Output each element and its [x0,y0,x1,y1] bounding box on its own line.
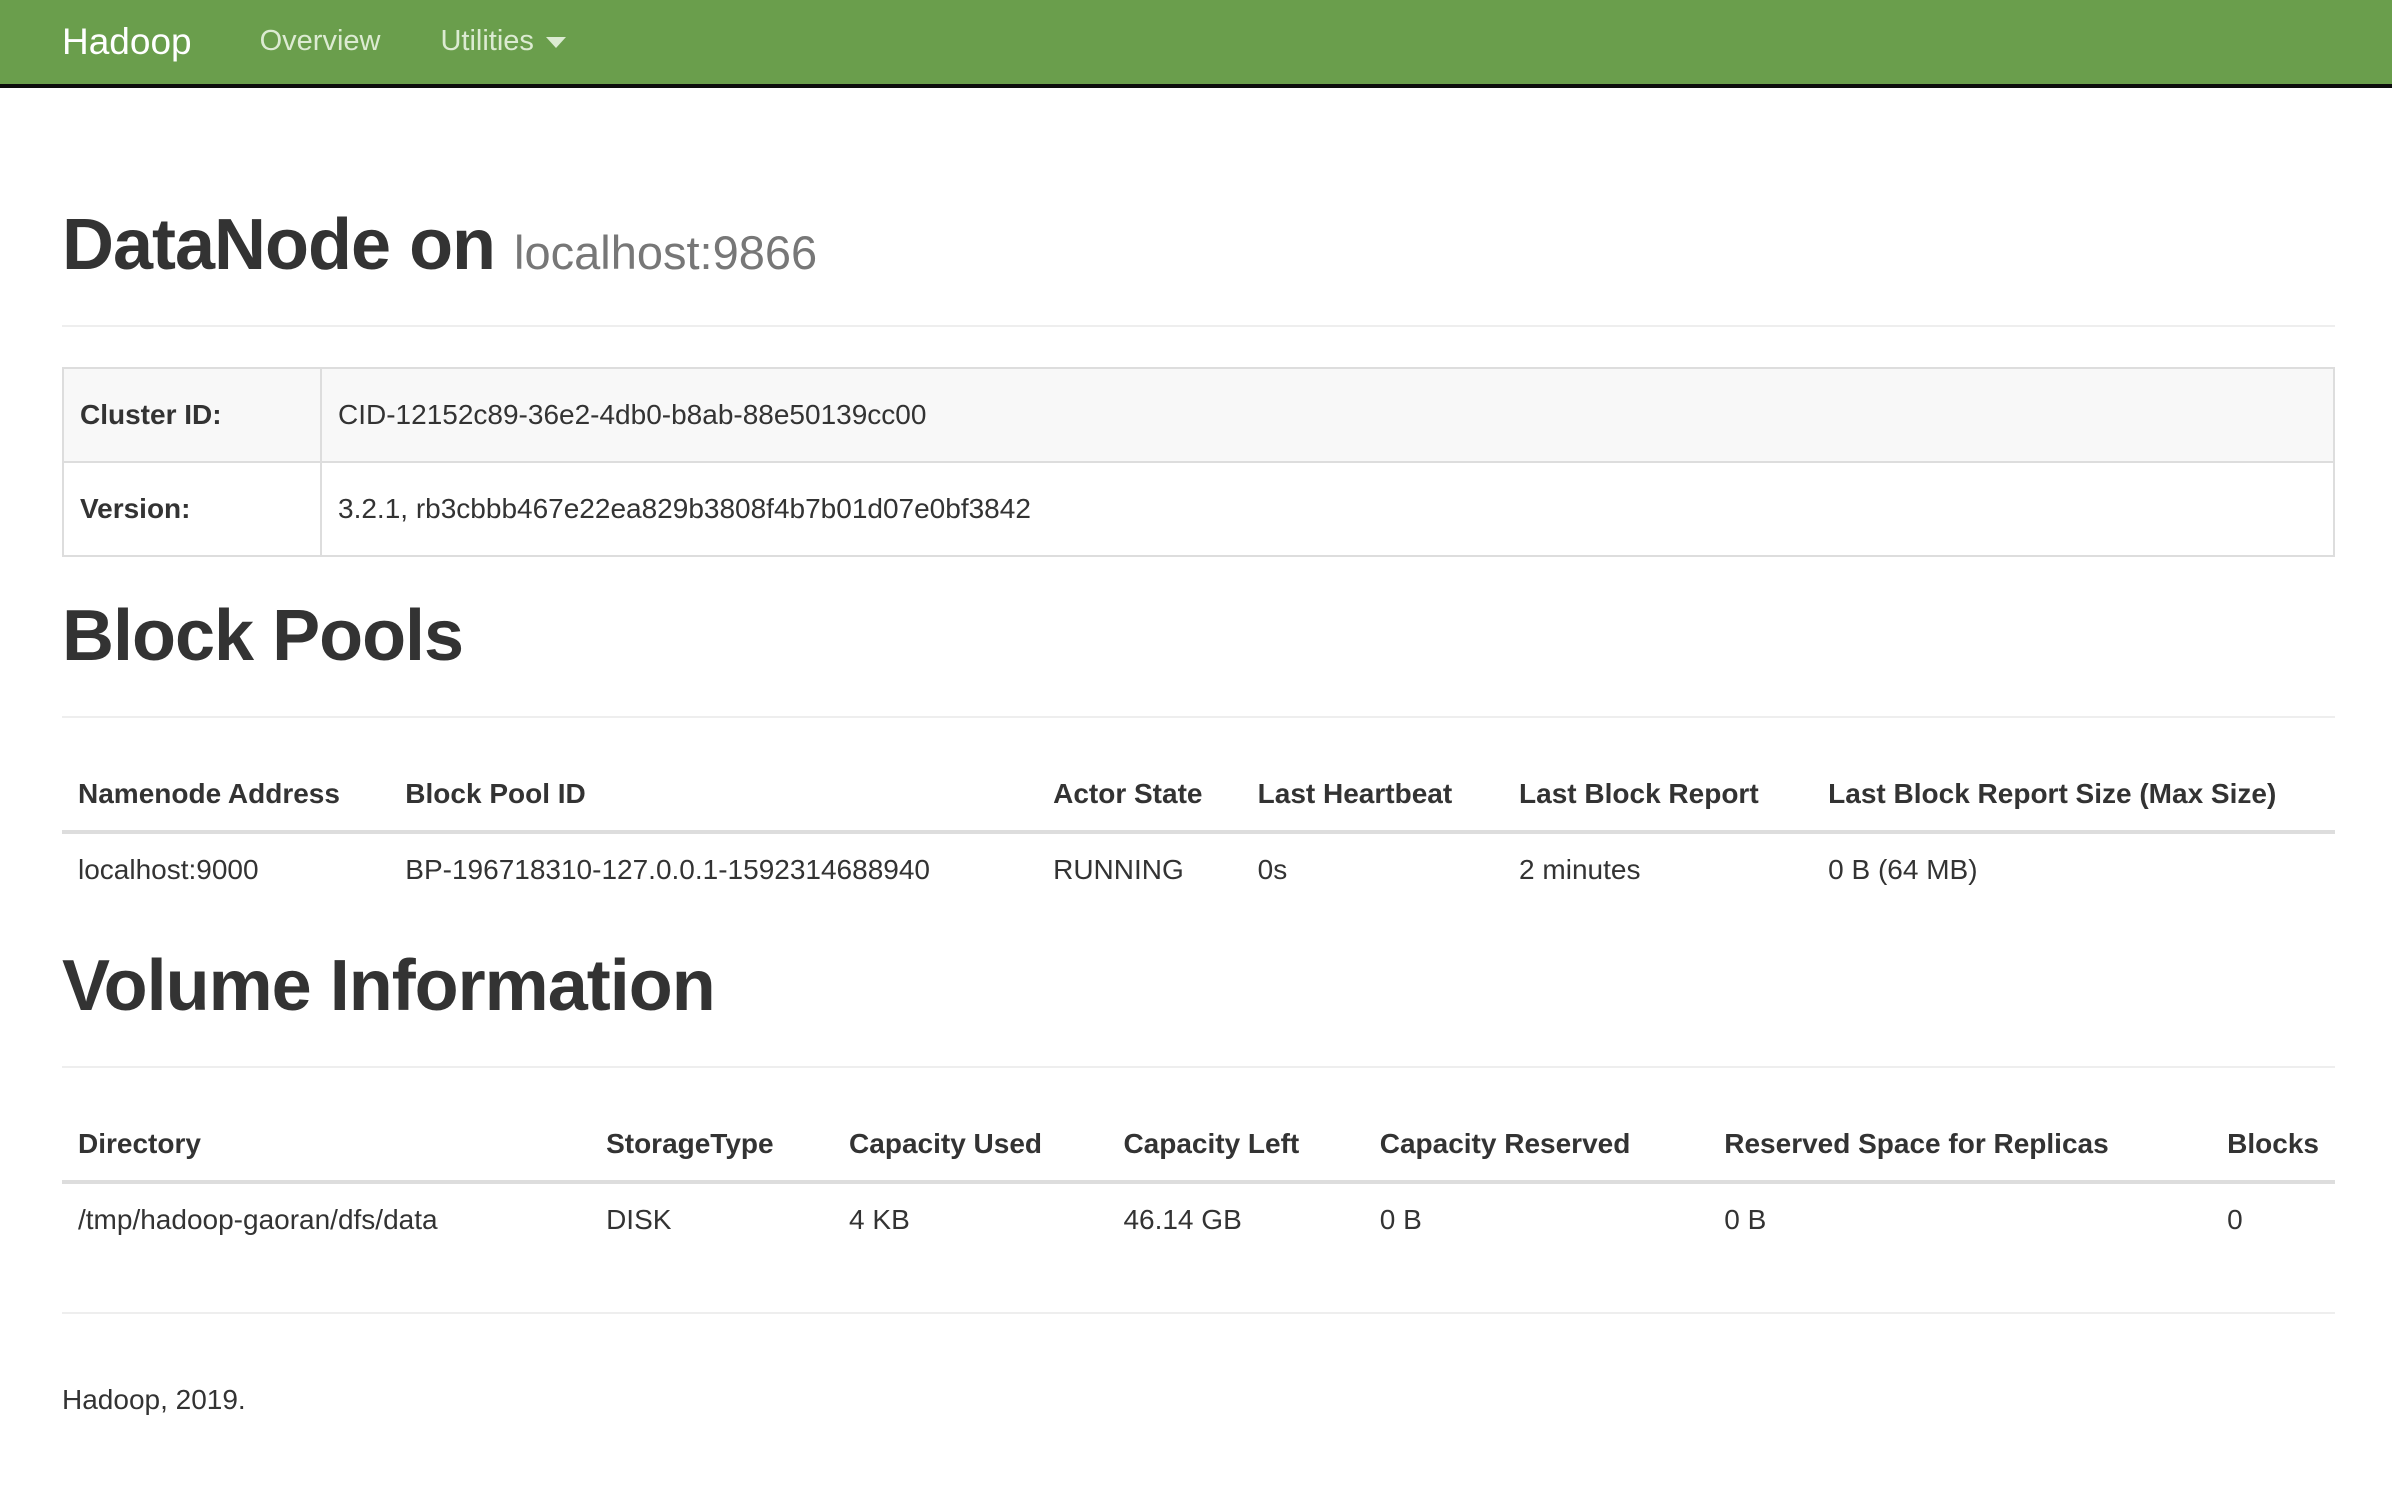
col-last-block-report: Last Block Report [1503,758,1812,832]
nav-item-overview[interactable]: Overview [260,21,381,62]
page-title-host: localhost:9866 [514,226,817,279]
navbar: Hadoop Overview Utilities [0,0,2392,88]
blocks-value: 0 [2211,1182,2335,1256]
last-heartbeat-value: 0s [1242,832,1503,906]
block-pool-id-value: BP-196718310-127.0.0.1-1592314688940 [389,832,1037,906]
col-actor-state: Actor State [1037,758,1242,832]
node-info-table: Cluster ID: CID-12152c89-36e2-4db0-b8ab-… [62,367,2335,557]
block-pools-table: Namenode Address Block Pool ID Actor Sta… [62,758,2335,906]
divider [62,1066,2335,1068]
storage-type-value: DISK [590,1182,833,1256]
col-blocks: Blocks [2211,1108,2335,1182]
col-last-heartbeat: Last Heartbeat [1242,758,1503,832]
page-title: DataNode on localhost:9866 [62,206,2335,285]
directory-value: /tmp/hadoop-gaoran/dfs/data [62,1182,590,1256]
table-row: Version: 3.2.1, rb3cbbb467e22ea829b3808f… [63,462,2334,556]
actor-state-value: RUNNING [1037,832,1242,906]
col-block-pool-id: Block Pool ID [389,758,1037,832]
col-directory: Directory [62,1108,590,1182]
table-header-row: Namenode Address Block Pool ID Actor Sta… [62,758,2335,832]
col-namenode-address: Namenode Address [62,758,389,832]
last-block-report-size-value: 0 B (64 MB) [1812,832,2335,906]
capacity-left-value: 46.14 GB [1107,1182,1363,1256]
volume-information-heading: Volume Information [62,947,2335,1026]
footer-divider [62,1312,2335,1314]
table-row: localhost:9000 BP-196718310-127.0.0.1-15… [62,832,2335,906]
capacity-reserved-value: 0 B [1364,1182,1709,1256]
table-header-row: Directory StorageType Capacity Used Capa… [62,1108,2335,1182]
col-last-block-report-size: Last Block Report Size (Max Size) [1812,758,2335,832]
footer-text: Hadoop, 2019. [62,1380,2335,1460]
capacity-used-value: 4 KB [833,1182,1107,1256]
block-pools-heading: Block Pools [62,597,2335,676]
nav-item-utilities-label: Utilities [440,21,533,62]
table-row: Cluster ID: CID-12152c89-36e2-4db0-b8ab-… [63,368,2334,462]
version-label: Version: [63,462,321,556]
cluster-id-label: Cluster ID: [63,368,321,462]
reserved-space-replicas-value: 0 B [1708,1182,2211,1256]
nav-item-utilities[interactable]: Utilities [440,21,565,62]
table-row: /tmp/hadoop-gaoran/dfs/data DISK 4 KB 46… [62,1182,2335,1256]
navbar-links: Overview Utilities [260,21,566,62]
col-capacity-used: Capacity Used [833,1108,1107,1182]
main-content: DataNode on localhost:9866 Cluster ID: C… [0,206,2392,1460]
col-storage-type: StorageType [590,1108,833,1182]
col-reserved-space-replicas: Reserved Space for Replicas [1708,1108,2211,1182]
col-capacity-reserved: Capacity Reserved [1364,1108,1709,1182]
namenode-address-value: localhost:9000 [62,832,389,906]
caret-down-icon [546,37,566,48]
last-block-report-value: 2 minutes [1503,832,1812,906]
divider [62,716,2335,718]
divider [62,325,2335,327]
version-value: 3.2.1, rb3cbbb467e22ea829b3808f4b7b01d07… [321,462,2334,556]
volume-information-table: Directory StorageType Capacity Used Capa… [62,1108,2335,1256]
page-title-text: DataNode on [62,205,495,285]
cluster-id-value: CID-12152c89-36e2-4db0-b8ab-88e50139cc00 [321,368,2334,462]
col-capacity-left: Capacity Left [1107,1108,1363,1182]
navbar-brand[interactable]: Hadoop [62,16,192,69]
